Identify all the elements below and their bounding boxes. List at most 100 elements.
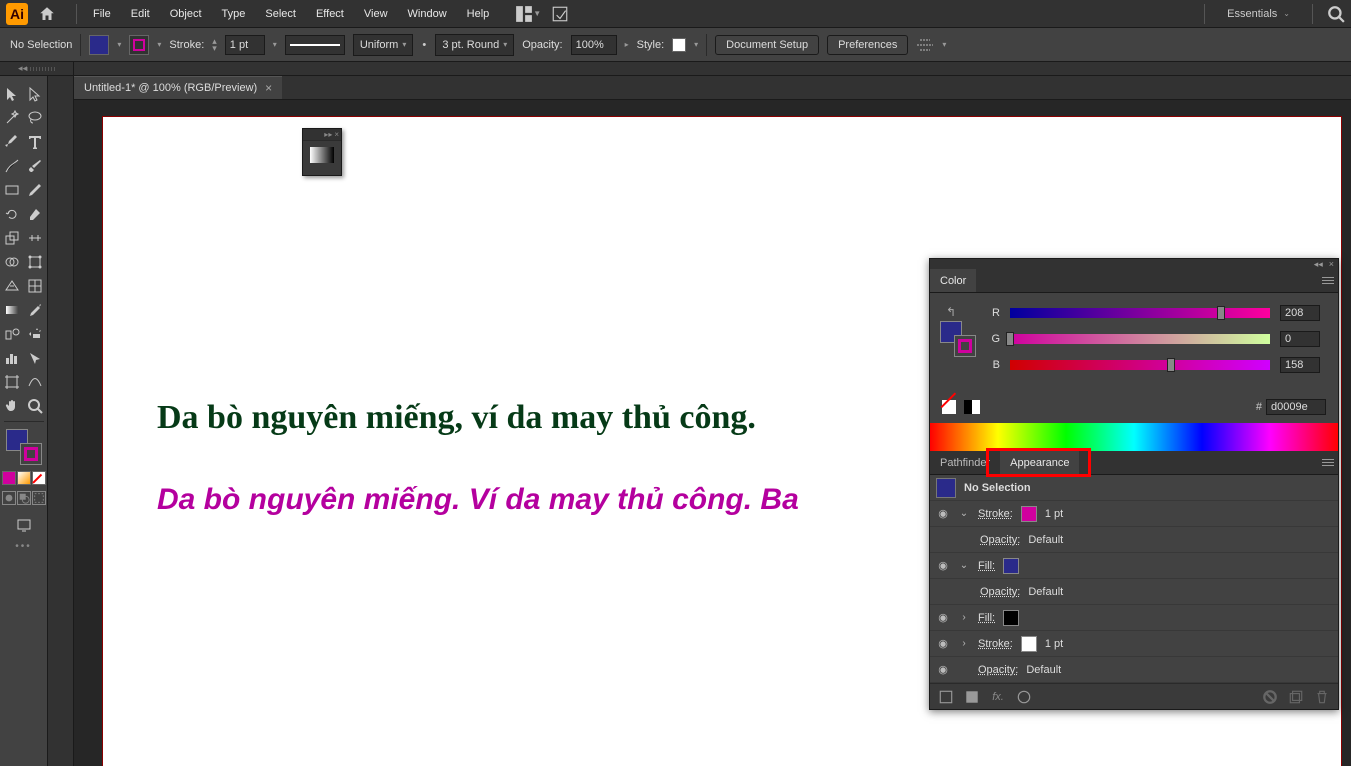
free-transform-tool[interactable] [24, 250, 48, 274]
home-icon[interactable] [38, 5, 56, 23]
chevron-right-icon[interactable]: › [958, 638, 970, 649]
color-fill-stroke[interactable]: ↰ [940, 301, 976, 391]
menu-edit[interactable]: Edit [121, 4, 160, 24]
eyedropper-tool[interactable] [24, 298, 48, 322]
chevron-down-icon[interactable]: ▾ [942, 40, 946, 49]
chevron-down-icon[interactable]: ▾ [694, 40, 698, 49]
artboard-text-1[interactable]: Da bò nguyên miếng, ví da may thủ công. [157, 399, 756, 437]
symbol-sprayer-tool[interactable] [24, 322, 48, 346]
visibility-icon[interactable]: ◉ [936, 637, 950, 651]
close-icon[interactable]: × [265, 81, 272, 95]
search-icon[interactable] [1327, 5, 1345, 23]
menu-view[interactable]: View [354, 4, 398, 24]
clear-appearance-icon[interactable] [1016, 689, 1032, 705]
width-tool[interactable] [24, 226, 48, 250]
preferences-button[interactable]: Preferences [827, 35, 908, 55]
stepper-icon[interactable]: ▴▾ [212, 38, 217, 52]
bw-swatch[interactable] [964, 400, 980, 414]
chevron-down-icon[interactable]: ⌄ [958, 508, 970, 519]
menu-window[interactable]: Window [398, 4, 457, 24]
toolbar-dock-grip[interactable]: ◂◂ [0, 62, 74, 75]
curvature-tool[interactable] [24, 370, 48, 394]
stroke-profile-preview[interactable] [285, 35, 345, 55]
stroke-swatch[interactable] [129, 35, 149, 55]
fill-stroke-indicator[interactable] [6, 429, 42, 465]
chevron-down-icon[interactable]: ⌄ [958, 560, 970, 571]
b-input[interactable] [1280, 357, 1320, 373]
rectangle-tool[interactable] [0, 178, 24, 202]
g-input[interactable] [1280, 331, 1320, 347]
type-tool[interactable] [24, 130, 48, 154]
chevron-right-icon[interactable]: ▸ [625, 40, 629, 49]
scale-tool[interactable] [0, 226, 24, 250]
shape-builder-tool[interactable] [0, 250, 24, 274]
workspace-selector[interactable]: Essentials ⌄ [1219, 4, 1298, 24]
gradient-tool[interactable] [0, 298, 24, 322]
edit-toolbar[interactable]: ••• [15, 541, 32, 552]
swap-icon[interactable]: ↰ [946, 305, 956, 319]
new-fill-icon[interactable] [964, 689, 980, 705]
zoom-tool[interactable] [24, 394, 48, 418]
menu-effect[interactable]: Effect [306, 4, 354, 24]
slice-tool[interactable] [24, 346, 48, 370]
appearance-fill-opacity-row[interactable]: Opacity: Default [930, 579, 1338, 605]
document-tab[interactable]: Untitled-1* @ 100% (RGB/Preview) × [74, 76, 282, 99]
none-swatch[interactable] [942, 400, 956, 414]
paintbrush-tool[interactable] [24, 154, 48, 178]
menu-help[interactable]: Help [457, 4, 500, 24]
fill-swatch[interactable] [89, 35, 109, 55]
chevron-down-icon[interactable]: ▾ [117, 40, 121, 49]
menu-file[interactable]: File [83, 4, 121, 24]
tab-pathfinder[interactable]: Pathfinder [930, 451, 1000, 474]
pen-tool[interactable] [0, 130, 24, 154]
panel-menu-icon[interactable] [1318, 269, 1338, 292]
appearance-stroke2-row[interactable]: ◉ › Stroke: 1 pt [930, 631, 1338, 657]
chevron-down-icon[interactable]: ▾ [157, 40, 161, 49]
stroke-swatch[interactable] [1021, 636, 1037, 652]
hand-tool[interactable] [0, 394, 24, 418]
draw-behind[interactable] [17, 491, 31, 505]
brush-dropdown[interactable]: 3 pt. Round▾ [435, 34, 514, 56]
chevron-right-icon[interactable]: › [958, 612, 970, 623]
opacity-input[interactable] [571, 35, 617, 55]
lasso-tool[interactable] [24, 106, 48, 130]
stroke-weight-input[interactable] [225, 35, 265, 55]
g-slider[interactable] [1010, 334, 1270, 344]
new-stroke-icon[interactable] [938, 689, 954, 705]
r-input[interactable] [1280, 305, 1320, 321]
appearance-fill-row[interactable]: ◉ ⌄ Fill: [930, 553, 1338, 579]
collapse-arrows-icon[interactable]: ◂◂ [1314, 259, 1323, 270]
column-graph-tool[interactable] [0, 346, 24, 370]
eraser-tool[interactable] [24, 202, 48, 226]
appearance-stroke-opacity-row[interactable]: Opacity: Default [930, 527, 1338, 553]
arrange-docs-icon[interactable] [515, 5, 533, 23]
appearance-opacity-row[interactable]: ◉ › Opacity: Default [930, 657, 1338, 683]
collapse-arrows-icon[interactable]: ◂◂ [16, 63, 27, 74]
draw-inside[interactable] [32, 491, 46, 505]
line-segment-tool[interactable] [0, 154, 24, 178]
gradient-thumbnail[interactable] [310, 147, 334, 163]
blend-tool[interactable] [0, 322, 24, 346]
menu-select[interactable]: Select [255, 4, 306, 24]
color-mode-solid[interactable] [2, 471, 16, 485]
gpu-icon[interactable] [551, 5, 569, 23]
mesh-tool[interactable] [24, 274, 48, 298]
r-slider[interactable] [1010, 308, 1270, 318]
visibility-icon[interactable]: ◉ [936, 559, 950, 573]
direct-selection-tool[interactable] [24, 82, 48, 106]
chevron-down-icon[interactable]: ▾ [273, 40, 277, 49]
chevron-down-icon[interactable]: ▼ [533, 9, 541, 18]
panel-group-header[interactable]: ◂◂ × [930, 259, 1338, 269]
visibility-icon[interactable]: ◉ [936, 507, 950, 521]
add-effect-icon[interactable]: fx. [990, 689, 1006, 705]
tab-color[interactable]: Color [930, 269, 976, 292]
stroke-profile-dropdown[interactable]: Uniform▾ [353, 34, 414, 56]
perspective-grid-tool[interactable] [0, 274, 24, 298]
close-icon[interactable]: × [1329, 259, 1334, 269]
pencil-tool[interactable] [24, 178, 48, 202]
align-icon[interactable] [916, 36, 934, 54]
stroke-swatch[interactable] [954, 335, 976, 357]
selection-tool[interactable] [0, 82, 24, 106]
panel-menu-icon[interactable] [1318, 451, 1338, 474]
appearance-fill2-row[interactable]: ◉ › Fill: [930, 605, 1338, 631]
